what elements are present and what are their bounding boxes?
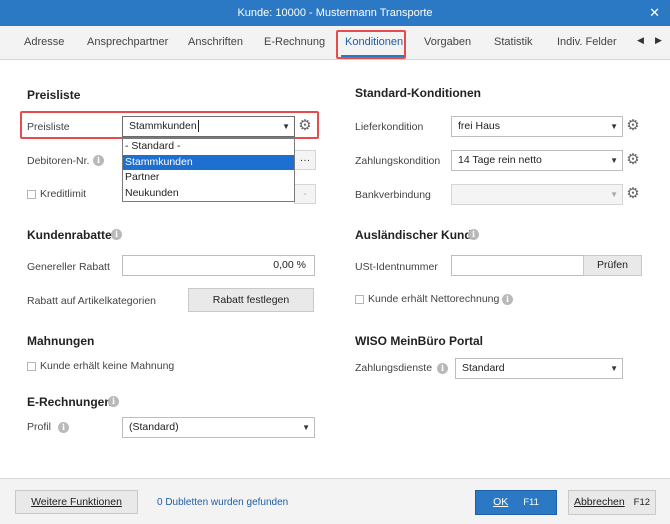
bankverbindung-label: Bankverbindung <box>355 189 431 201</box>
tab-anschriften[interactable]: Anschriften <box>188 36 243 48</box>
dropdown-option[interactable]: - Standard - <box>123 139 294 155</box>
close-icon[interactable]: ✕ <box>649 0 660 26</box>
info-icon[interactable]: i <box>111 229 122 240</box>
tab-vorgaben[interactable]: Vorgaben <box>424 36 471 48</box>
dropdown-option-selected[interactable]: Stammkunden <box>123 154 294 170</box>
profil-select[interactable]: (Standard) ▼ <box>122 417 315 438</box>
info-icon[interactable]: i <box>437 363 448 374</box>
weitere-funktionen-label: Weitere Funktionen <box>31 496 122 508</box>
debitoren-label: Debitoren-Nr. <box>27 155 90 167</box>
section-mahnungen: Mahnungen <box>27 334 95 348</box>
rabatt-festlegen-button[interactable]: Rabatt festlegen <box>188 288 314 312</box>
genereller-rabatt-value: 0,00 % <box>273 259 306 271</box>
bankverbindung-gear-icon[interactable]: ⚙ <box>624 185 642 203</box>
rabatt-kategorien-label: Rabatt auf Artikelkategorien <box>27 295 156 307</box>
weitere-funktionen-button[interactable]: Weitere Funktionen <box>15 490 138 514</box>
zahlungsdienste-label: Zahlungsdienste <box>355 362 433 374</box>
nettorechnung-label: Kunde erhält Nettorechnung <box>368 293 500 305</box>
tab-ansprechpartner[interactable]: Ansprechpartner <box>87 36 168 48</box>
zahlungskondition-value: 14 Tage rein netto <box>458 154 542 166</box>
tab-indiv-felder[interactable]: Indiv. Felder <box>557 36 617 48</box>
lieferkondition-select[interactable]: frei Haus ▼ <box>451 116 623 137</box>
lieferkondition-gear-icon[interactable]: ⚙ <box>624 117 642 135</box>
ok-button[interactable]: OK F11 <box>475 490 557 515</box>
profil-value: (Standard) <box>129 421 179 433</box>
section-preisliste: Preisliste <box>27 88 81 102</box>
preisliste-select[interactable]: Stammkunden ▼ <box>122 116 295 137</box>
zahlungskondition-gear-icon[interactable]: ⚙ <box>624 151 642 169</box>
lieferkondition-value: frei Haus <box>458 120 501 132</box>
keine-mahnung-label: Kunde erhält keine Mahnung <box>40 360 175 372</box>
chevron-down-icon: ▼ <box>610 122 618 131</box>
preisliste-value: Stammkunden <box>129 120 197 132</box>
info-icon[interactable]: i <box>108 396 119 407</box>
lieferkondition-label: Lieferkondition <box>355 121 424 133</box>
info-icon[interactable]: i <box>93 155 104 166</box>
tab-prev-icon[interactable]: ◀ <box>637 35 644 46</box>
chevron-down-icon: ▼ <box>282 122 290 131</box>
ust-id-input[interactable] <box>451 255 584 276</box>
dropdown-option[interactable]: Partner <box>123 170 294 186</box>
kreditlimit-button[interactable]: - <box>294 184 316 204</box>
preisliste-label: Preisliste <box>27 121 70 133</box>
zahlungskondition-label: Zahlungskondition <box>355 155 441 167</box>
chevron-down-icon: ▼ <box>610 190 618 199</box>
dubletten-link[interactable]: 0 Dubletten wurden gefunden <box>157 497 288 508</box>
section-standard-konditionen: Standard-Konditionen <box>355 86 481 100</box>
debitoren-picker-button[interactable]: ··· <box>294 150 316 170</box>
zahlungsdienste-select[interactable]: Standard ▼ <box>455 358 623 379</box>
zahlungskondition-select[interactable]: 14 Tage rein netto ▼ <box>451 150 623 171</box>
preisliste-gear-icon[interactable]: ⚙ <box>296 117 314 135</box>
abbrechen-button[interactable]: Abbrechen F12 <box>568 490 656 515</box>
dropdown-option[interactable]: Neukunden <box>123 186 294 202</box>
kreditlimit-label: Kreditlimit <box>40 188 87 200</box>
preisliste-dropdown-list: - Standard - Stammkunden Partner Neukund… <box>122 138 295 202</box>
tab-highlight-frame <box>336 30 406 59</box>
section-auslaendischer-kunde: Ausländischer Kunde <box>355 228 479 242</box>
info-icon[interactable]: i <box>502 294 513 305</box>
abbrechen-shortcut: F12 <box>633 497 651 508</box>
title-bar: Kunde: 10000 - Mustermann Transporte ✕ <box>0 0 670 26</box>
info-icon[interactable]: i <box>58 422 69 433</box>
tab-e-rechnung[interactable]: E-Rechnung <box>264 36 325 48</box>
dialog-footer: Weitere Funktionen 0 Dubletten wurden ge… <box>0 478 670 524</box>
window-title: Kunde: 10000 - Mustermann Transporte <box>237 7 433 19</box>
chevron-down-icon: ▼ <box>302 423 310 432</box>
ok-label: OK <box>493 496 509 508</box>
tab-adresse[interactable]: Adresse <box>24 36 64 48</box>
ust-id-label: USt-Identnummer <box>355 261 438 273</box>
section-meinbuero-portal: WISO MeinBüro Portal <box>355 334 484 348</box>
tab-next-icon[interactable]: ▶ <box>655 35 662 46</box>
abbrechen-label: Abbrechen <box>573 496 625 508</box>
genereller-rabatt-label: Genereller Rabatt <box>27 261 110 273</box>
bankverbindung-select[interactable]: ▼ <box>451 184 623 205</box>
tab-bar: Adresse Ansprechpartner Anschriften E-Re… <box>0 26 670 60</box>
kreditlimit-checkbox[interactable] <box>27 190 36 199</box>
zahlungsdienste-value: Standard <box>462 362 505 374</box>
section-kundenrabatte: Kundenrabatte <box>27 228 112 242</box>
chevron-down-icon: ▼ <box>610 364 618 373</box>
nettorechnung-checkbox[interactable] <box>355 295 364 304</box>
section-e-rechnungen: E-Rechnungen <box>27 395 112 409</box>
tab-statistik[interactable]: Statistik <box>494 36 533 48</box>
ok-shortcut: F11 <box>523 497 539 508</box>
profil-label: Profil <box>27 421 51 433</box>
chevron-down-icon: ▼ <box>610 156 618 165</box>
keine-mahnung-checkbox[interactable] <box>27 362 36 371</box>
pruefen-button[interactable]: Prüfen <box>583 255 642 276</box>
info-icon[interactable]: i <box>468 229 479 240</box>
genereller-rabatt-input[interactable]: 0,00 % <box>122 255 315 276</box>
